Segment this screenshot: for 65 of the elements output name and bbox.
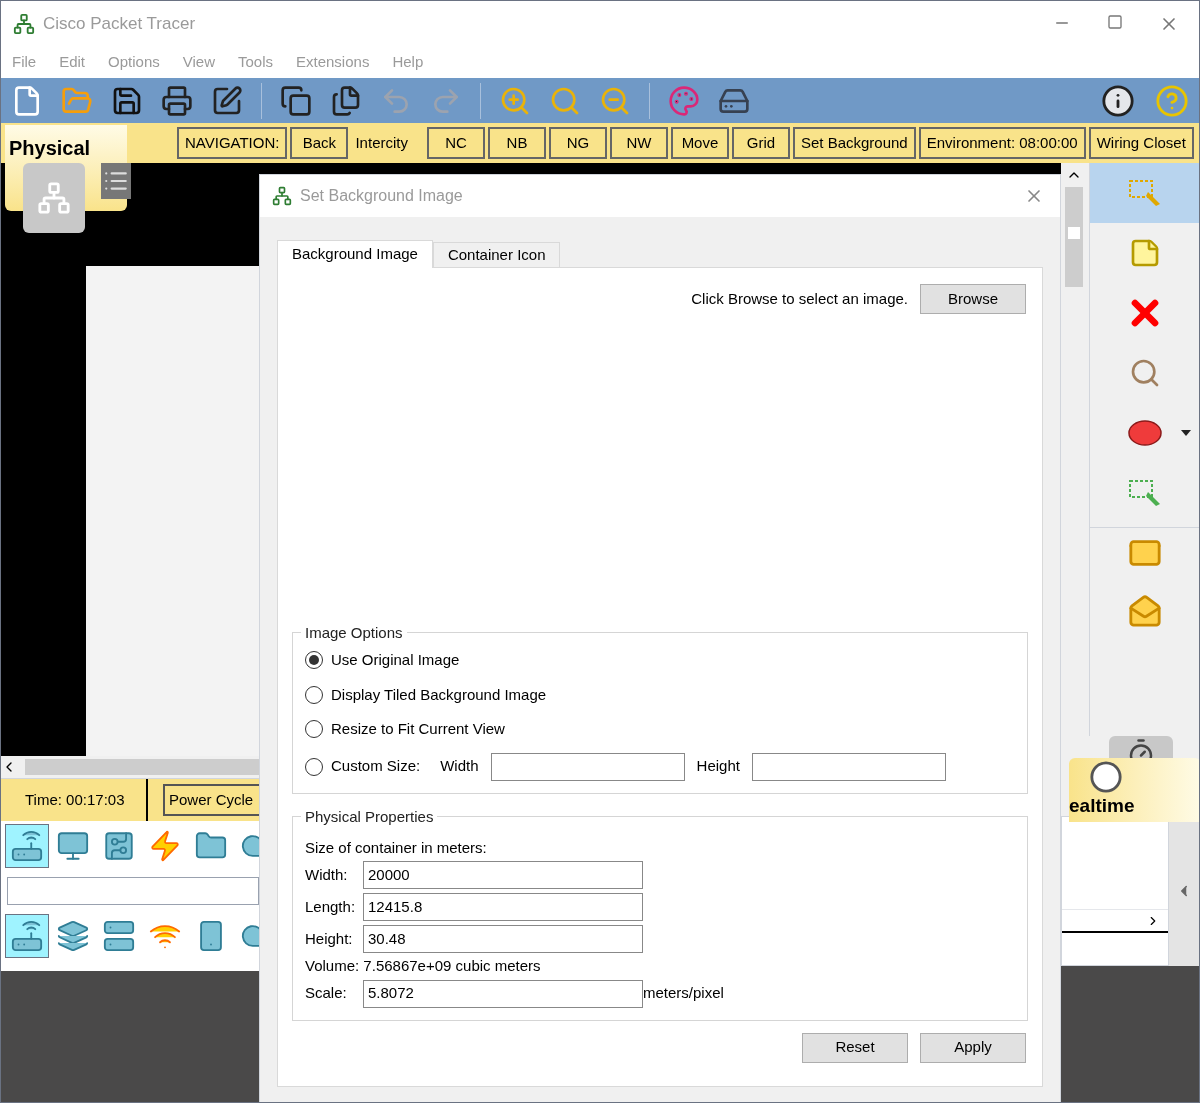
radio-button[interactable] xyxy=(305,757,323,776)
nav-button[interactable]: Grid xyxy=(731,127,790,159)
complex-pdu-icon[interactable] xyxy=(1127,594,1162,628)
browse-button[interactable]: Browse xyxy=(920,284,1026,314)
radio-label: Resize to Fit Current View xyxy=(331,719,505,739)
nav-button[interactable]: NW xyxy=(609,127,668,159)
resize-icon xyxy=(1127,478,1162,508)
app-icon xyxy=(13,12,35,35)
browse-prompt: Click Browse to select an image. xyxy=(691,288,908,309)
dropdown-arrow-icon[interactable] xyxy=(1181,430,1191,436)
router-icon[interactable] xyxy=(5,824,49,868)
dialog-button[interactable]: Apply xyxy=(920,1032,1026,1063)
clock-icon xyxy=(1089,760,1123,794)
realtime-tab[interactable]: ealtime xyxy=(1069,758,1199,822)
nav-button[interactable]: NAVIGATION: xyxy=(177,127,288,159)
height-field[interactable] xyxy=(751,752,946,781)
nav-button[interactable]: NC xyxy=(426,127,485,159)
simulation-tab-icon[interactable] xyxy=(1109,736,1173,758)
dialog-title: Set Background Image xyxy=(300,186,463,206)
copy-icon[interactable] xyxy=(280,84,312,117)
field-label: Height: xyxy=(305,928,354,949)
scale-field[interactable]: 5.8072 xyxy=(363,979,643,1008)
list-icon[interactable] xyxy=(101,163,131,199)
unit-label: meters/pixel xyxy=(643,983,724,1004)
nav-button[interactable]: Back xyxy=(290,127,349,159)
horizontal-scrollbar[interactable] xyxy=(1,756,259,778)
radio-button[interactable] xyxy=(305,720,323,739)
paste-icon[interactable] xyxy=(330,84,362,117)
dialog-tab[interactable]: Container Icon xyxy=(432,242,561,267)
nav-button[interactable]: Set Background xyxy=(792,127,916,159)
nav-button[interactable]: Wiring Closet xyxy=(1088,127,1194,159)
radio-button[interactable] xyxy=(305,685,323,704)
dimension-field[interactable]: 12415.8 xyxy=(363,893,643,921)
size-caption: Size of container in meters: xyxy=(305,837,488,858)
field-label: Scale: xyxy=(305,983,348,1004)
nav-button[interactable]: NB xyxy=(487,127,546,159)
field-label: Width: xyxy=(305,864,349,885)
nav-button[interactable]: Environment: 08:00:00 xyxy=(918,127,1086,159)
dimension-field[interactable]: 20000 xyxy=(363,861,643,889)
dialog-tab[interactable]: Background Image xyxy=(277,240,433,268)
radio-label: Display Tiled Background Image xyxy=(331,684,547,705)
height-label: Height xyxy=(696,756,740,777)
radio-label: Use Original Image xyxy=(331,650,460,670)
ellipse-icon xyxy=(1126,419,1163,447)
field-label: Length: xyxy=(305,896,357,917)
scroll-thumb[interactable] xyxy=(1065,187,1083,287)
nav-button[interactable]: Move xyxy=(670,127,729,159)
nav-button[interactable]: NG xyxy=(548,127,607,159)
info-icon[interactable] xyxy=(1101,83,1135,118)
printer-icon[interactable] xyxy=(161,84,193,117)
maximize-icon[interactable] xyxy=(1107,13,1123,30)
radio-label: Custom Size: xyxy=(331,756,421,777)
router-icon[interactable] xyxy=(5,914,49,958)
device-search-field[interactable] xyxy=(7,877,259,905)
dimension-field[interactable]: 30.48 xyxy=(363,925,643,953)
width-label: Width xyxy=(440,756,479,777)
select-icon xyxy=(1127,178,1162,208)
dialog-icon xyxy=(272,186,292,206)
volume-text: Volume: 7.56867e+09 cubic meters xyxy=(305,956,542,976)
dialog-button[interactable]: Reset xyxy=(802,1032,908,1063)
edit-icon[interactable] xyxy=(211,84,243,117)
nav-label: Intercity xyxy=(354,132,409,153)
radio-button[interactable] xyxy=(305,651,323,670)
width-field[interactable] xyxy=(490,752,685,781)
window-title: Cisco Packet Tracer xyxy=(43,12,196,35)
